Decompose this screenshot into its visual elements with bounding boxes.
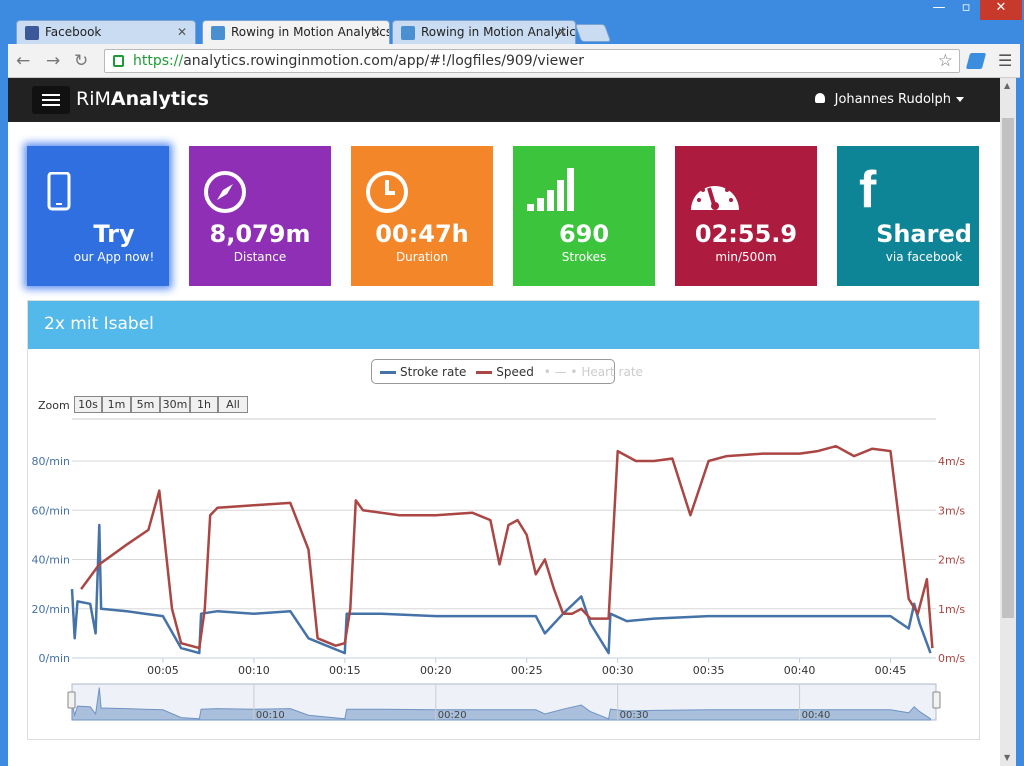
close-icon[interactable]: ✕ <box>557 25 567 39</box>
page-scrollbar[interactable]: ▲ ▼ <box>1000 78 1016 766</box>
tab-title: Rowing in Motion Analytics <box>421 25 576 39</box>
back-icon[interactable]: ← <box>16 51 30 71</box>
reload-icon[interactable]: ↻ <box>74 51 88 71</box>
x-tick-label: 00:25 <box>511 664 543 677</box>
new-tab-button[interactable] <box>574 24 612 42</box>
navigator-right-handle[interactable] <box>932 691 941 709</box>
lock-icon <box>113 55 124 67</box>
y-right-tick-label: 4m/s <box>938 455 965 468</box>
y-left-tick-label: 20/min <box>32 603 70 616</box>
y-right-tick-label: 3m/s <box>938 504 965 517</box>
y-right-tick-label: 0m/s <box>938 652 965 665</box>
x-tick-label: 00:45 <box>875 664 907 677</box>
x-tick-label: 00:40 <box>784 664 816 677</box>
x-tick-label: 00:10 <box>238 664 270 677</box>
x-tick-label: 00:20 <box>420 664 452 677</box>
rim-favicon-icon <box>211 26 225 40</box>
navigator-left-handle[interactable] <box>67 691 76 709</box>
extension-icon[interactable] <box>965 53 987 69</box>
y-left-tick-label: 0/min <box>39 652 70 665</box>
browser-toolbar: ← → ↻ https://analytics.rowinginmotion.c… <box>8 44 1020 78</box>
navigator-tick-label: 00:40 <box>802 710 831 721</box>
scroll-up-icon[interactable]: ▲ <box>1004 81 1010 90</box>
y-right-tick-label: 2m/s <box>938 554 965 567</box>
speed-stroke-chart[interactable]: 0/min 20/min 40/min 60/min 80/min 0m/s 1m/s 2m/… <box>8 78 1000 766</box>
y-left-tick-label: 60/min <box>32 504 70 517</box>
series-line-speed <box>80 444 934 650</box>
close-window-icon[interactable]: ✕ <box>980 0 1022 20</box>
y-left-tick-label: 80/min <box>32 455 70 468</box>
close-icon[interactable]: ✕ <box>177 25 187 39</box>
rim-favicon-icon <box>401 26 415 40</box>
browser-menu-icon[interactable]: ☰ <box>998 51 1012 70</box>
tab-title: Facebook <box>45 25 102 39</box>
tab-strip: Facebook ✕ Rowing in Motion Analytics ✕ … <box>0 0 1024 45</box>
navigator-tick-label: 00:20 <box>438 710 467 721</box>
y-left-tick-label: 40/min <box>32 554 70 567</box>
close-icon[interactable]: ✕ <box>371 25 381 39</box>
x-tick-label: 00:15 <box>329 664 361 677</box>
maximize-icon[interactable]: ▫ <box>954 0 978 20</box>
facebook-favicon-icon <box>25 26 39 40</box>
navigator-tick-label: 00:30 <box>620 710 649 721</box>
scroll-down-icon[interactable]: ▼ <box>1004 753 1010 762</box>
minimize-icon[interactable]: — <box>926 0 952 20</box>
tab-title: Rowing in Motion Analytics <box>231 25 390 39</box>
url-scheme: https:// <box>133 53 184 69</box>
x-tick-label: 00:35 <box>693 664 725 677</box>
address-bar[interactable]: https://analytics.rowinginmotion.com/app… <box>104 49 960 73</box>
tab-rim-analytics[interactable]: Rowing in Motion Analytics ✕ <box>392 20 576 44</box>
tab-facebook[interactable]: Facebook ✕ <box>16 20 196 44</box>
navigator-tick-label: 00:10 <box>256 710 285 721</box>
bookmark-star-icon[interactable]: ☆ <box>938 51 953 71</box>
forward-icon[interactable]: → <box>46 51 60 71</box>
page-content: RiMAnalytics Johannes Rudolph Try our Ap… <box>8 78 1000 766</box>
tab-rim-analytics-active[interactable]: Rowing in Motion Analytics ✕ <box>202 20 390 45</box>
x-tick-label: 00:05 <box>147 664 179 677</box>
url-text: analytics.rowinginmotion.com/app/#!/logf… <box>183 53 585 69</box>
scrollbar-thumb[interactable] <box>1002 118 1014 618</box>
x-tick-label: 00:30 <box>602 664 634 677</box>
y-right-tick-label: 1m/s <box>938 603 965 616</box>
